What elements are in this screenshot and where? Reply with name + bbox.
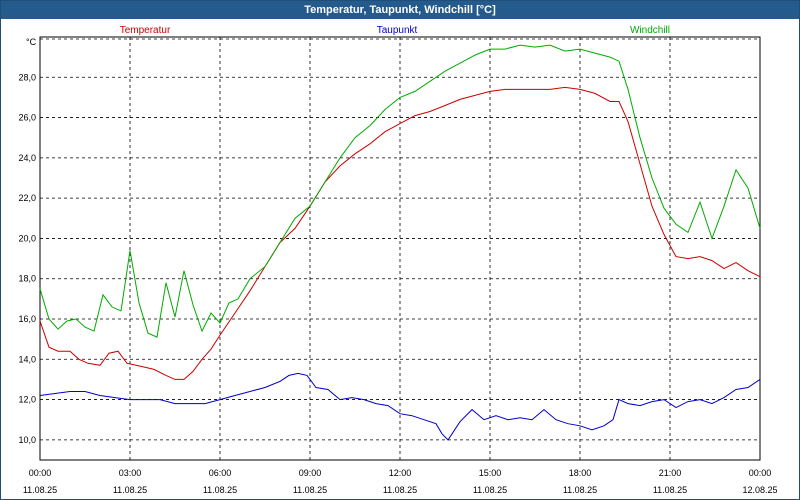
x-tick-time: 03:00: [119, 468, 142, 478]
chart-canvas: 10,0 12,0 14,0 16,0 18,0 20,0 22,0 24,0 26,0 28,0…: [18, 25, 777, 495]
legend-windchill: Windchill: [630, 25, 670, 36]
x-tick-date: 11.08.25: [23, 485, 57, 495]
x-tick-date: 11.08.25: [203, 485, 237, 495]
y-tick-label: 26,0: [18, 113, 36, 123]
legend-temperatur: Temperatur: [120, 25, 171, 36]
x-tick-date: 11.08.25: [383, 485, 417, 495]
y-axis-label: °C: [26, 37, 37, 47]
y-tick-label: 18,0: [18, 274, 36, 284]
y-tick-label: 20,0: [18, 233, 36, 243]
y-tick-label: 16,0: [18, 314, 36, 324]
x-tick-time: 09:00: [299, 468, 322, 478]
y-tick-label: 28,0: [18, 72, 36, 82]
y-tick-label: 12,0: [18, 395, 36, 405]
x-tick-time: 18:00: [569, 468, 592, 478]
x-tick-date: 11.08.25: [653, 485, 687, 495]
x-tick-time: 00:00: [29, 468, 52, 478]
y-tick-label: 22,0: [18, 193, 36, 203]
x-tick-time: 06:00: [209, 468, 232, 478]
x-tick-date: 11.08.25: [563, 485, 597, 495]
y-tick-label: 10,0: [18, 435, 36, 445]
x-tick-date: 11.08.25: [113, 485, 147, 495]
x-tick-time: 12:00: [389, 468, 412, 478]
x-tick-date: 11.08.25: [293, 485, 327, 495]
x-tick-date: 11.08.25: [473, 485, 507, 495]
x-tick-date: 12.08.25: [742, 485, 777, 495]
x-tick-time: 21:00: [659, 468, 682, 478]
y-tick-label: 14,0: [18, 354, 36, 364]
x-tick-time: 00:00: [749, 468, 772, 478]
y-tick-label: 24,0: [18, 153, 36, 163]
legend-taupunkt: Taupunkt: [377, 25, 418, 36]
x-tick-time: 15:00: [479, 468, 502, 478]
